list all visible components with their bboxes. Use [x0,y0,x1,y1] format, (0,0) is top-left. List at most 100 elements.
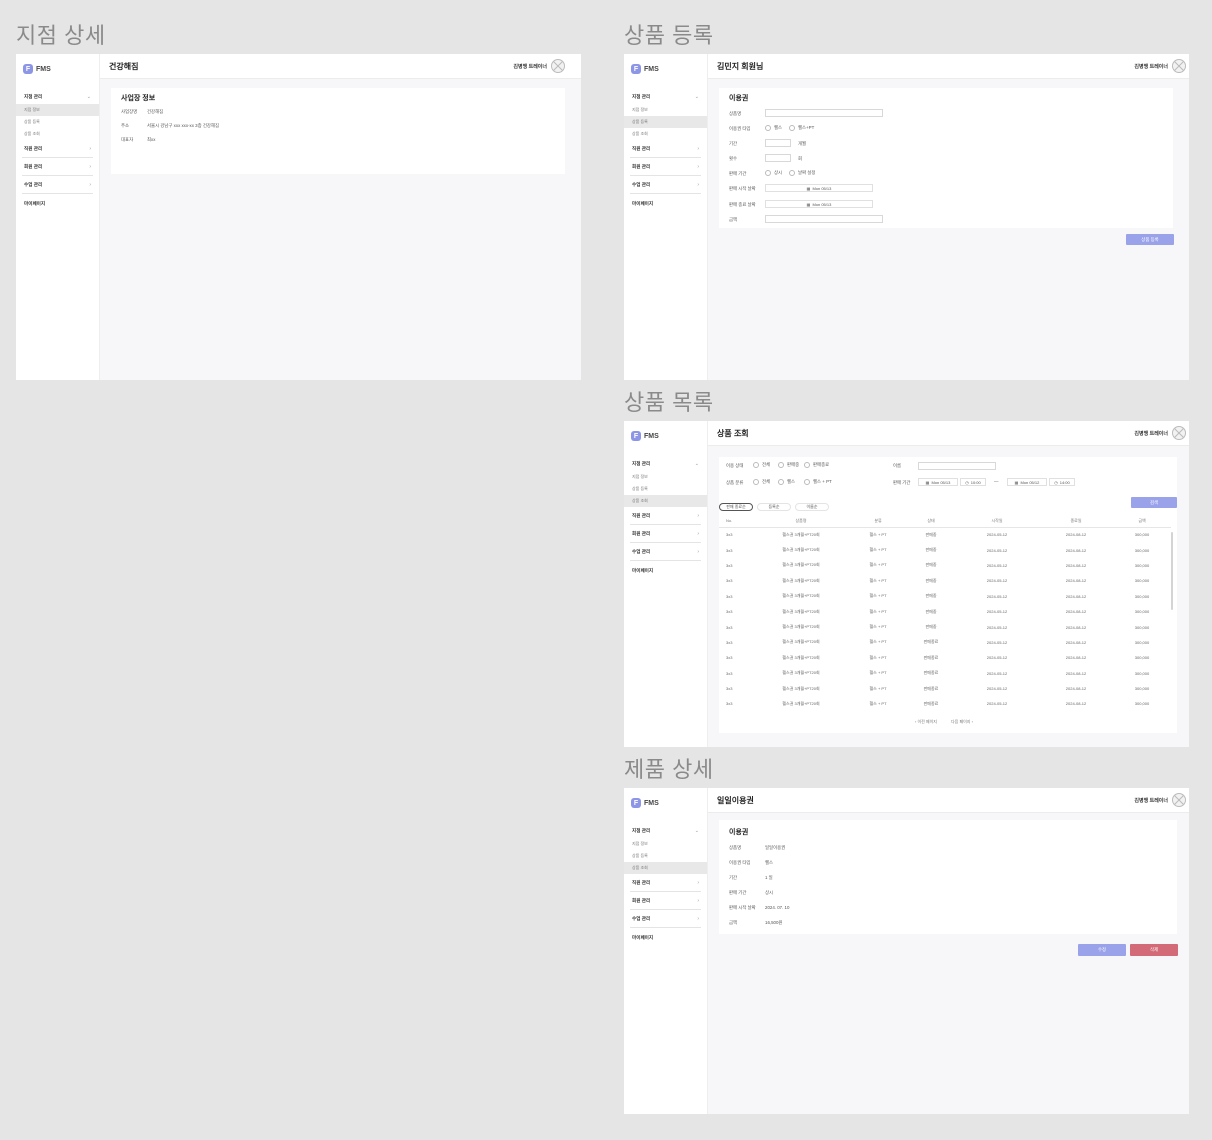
sidebar-item-product-list[interactable]: 상품 조회 [624,495,707,507]
sidebar-group-branch[interactable]: 지점 관리 ⌄ [16,90,99,104]
table-scrollbar[interactable] [1171,532,1173,610]
app-logo[interactable]: F FMS [631,431,659,441]
status-radio-ended[interactable]: 판매종료 [804,462,829,468]
period-input[interactable] [765,139,791,147]
type-radio-health[interactable]: 헬스 [765,125,782,131]
sidebar-item-mypage[interactable]: 마이페이지 [630,195,701,213]
table-row[interactable]: 3x3 헬스권 3개월+PT20회 헬스 + PT 판매중 2024-05-12 2024… [719,542,1171,557]
user-name[interactable]: 김병맹 트레이너 [513,63,547,70]
chevron-right-icon: › [697,512,699,519]
status-filter-label: 이용 상태 [726,463,744,468]
sidebar-item-branch-info[interactable]: 지점 정보 [16,104,99,116]
edit-button[interactable]: 수정 [1078,944,1126,956]
table-row[interactable]: 3x3 헬스권 3개월+PT20회 헬스 + PT 판매중 2024-05-12 2024… [719,558,1171,573]
type-radio-health-pt[interactable]: 헬스+PT [789,125,814,131]
prev-page-link[interactable]: ‹ 이전 페이지 [915,719,937,725]
next-page-link[interactable]: 다음 페이지 › [951,719,973,725]
sidebar-item-members[interactable]: 회원 관리 › [630,525,701,543]
sidebar-item-members[interactable]: 회원 관리 › [630,892,701,910]
sidebar-item-classes[interactable]: 수업 관리 › [22,176,93,194]
sidebar-item-mypage[interactable]: 마이페이지 [630,929,701,947]
avatar[interactable] [1172,793,1186,807]
search-button[interactable]: 검색 [1131,497,1177,508]
price-input[interactable] [765,215,883,223]
table-row[interactable]: 3x3 헬스권 3개월+PT20회 헬스 + PT 판매종료 2024-05-12 202… [719,696,1171,711]
table-row[interactable]: 3x3 헬스권 3개월+PT20회 헬스 + PT 판매중 2024-05-12 2024… [719,573,1171,588]
sidebar-item-staff[interactable]: 직원 관리 › [630,507,701,525]
sort-pill-name[interactable]: 이름순 [795,503,829,511]
date-value: Mon 05/12 [1020,479,1040,485]
sidebar-item-classes[interactable]: 수업 관리 › [630,176,701,194]
table-row[interactable]: 3x3 헬스권 3개월+PT20회 헬스 + PT 판매종료 2024-05-12 202… [719,666,1171,681]
sidebar-item-branch-info[interactable]: 지점 정보 [624,471,707,483]
type-radio-health[interactable]: 헬스 [778,479,795,485]
avatar[interactable] [551,59,565,73]
to-date-input[interactable]: ▦ Mon 05/12 [1007,478,1047,486]
table-row[interactable]: 3x3 헬스권 3개월+PT20회 헬스 + PT 판매중 2024-05-12 2024… [719,589,1171,604]
sidebar-item-branch-info[interactable]: 지점 정보 [624,104,707,116]
sidebar-item-staff[interactable]: 직원 관리 › [22,140,93,158]
delete-button[interactable]: 삭제 [1130,944,1178,956]
sidebar-group-branch[interactable]: 지점 관리 ⌄ [624,824,707,838]
sidebar-item-product-register[interactable]: 상품 등록 [624,850,707,862]
sidebar-item-classes[interactable]: 수업 관리 › [630,543,701,561]
sidebar-item-mypage[interactable]: 마이페이지 [22,195,93,213]
chevron-right-icon: › [697,181,699,188]
user-name[interactable]: 김병맹 트레이너 [1134,63,1168,70]
price-label: 금액 [729,920,738,925]
sort-pill-end-date[interactable]: 판매 종료순 [719,503,753,511]
type-radio-health-pt[interactable]: 헬스 + PT [804,479,832,485]
from-date-input[interactable]: ▦ Mon 05/13 [918,478,958,486]
to-time-input[interactable]: ◷ 14:00 [1049,478,1075,486]
sidebar-item-product-list[interactable]: 상품 조회 [16,128,99,140]
name-filter-input[interactable] [918,462,996,470]
sidebar-item-label: 회원 관리 [632,530,651,536]
avatar[interactable] [1172,59,1186,73]
cell-type: 헬스 + PT [869,670,887,676]
table-row[interactable]: 3x3 헬스권 3개월+PT20회 헬스 + PT 판매중 2024-05-12 2024… [719,604,1171,619]
sale-end-date-input[interactable]: ▦ Mon 05/13 [765,200,873,208]
avatar[interactable] [1172,426,1186,440]
table-row[interactable]: 3x3 헬스권 3개월+PT20회 헬스 + PT 판매중 2024-05-12 2024… [719,527,1171,542]
sidebar-item-members[interactable]: 회원 관리 › [22,158,93,176]
sidebar-item-staff[interactable]: 직원 관리 › [630,140,701,158]
product-name-input[interactable] [765,109,883,117]
table-row[interactable]: 3x3 헬스권 3개월+PT20회 헬스 + PT 판매종료 2024-05-12 202… [719,635,1171,650]
cell-end: 2024-08-12 [1065,624,1087,630]
sidebar-item-product-register[interactable]: 상품 등록 [624,116,707,128]
sidebar-item-staff[interactable]: 직원 관리 › [630,874,701,892]
type-radio-all[interactable]: 전체 [753,479,770,485]
cell-name: 헬스권 3개월+PT20회 [782,547,820,553]
status-radio-on-sale[interactable]: 판매중 [778,462,799,468]
app-logo[interactable]: F FMS [631,798,659,808]
table-row[interactable]: 3x3 헬스권 3개월+PT20회 헬스 + PT 판매중 2024-05-12 2024… [719,619,1171,634]
sidebar-item-product-register[interactable]: 상품 등록 [16,116,99,128]
sidebar-item-classes[interactable]: 수업 관리 › [630,910,701,928]
register-product-button[interactable]: 상품 등록 [1126,234,1174,245]
sort-pill-registered[interactable]: 등록순 [757,503,791,511]
user-name[interactable]: 김병맹 트레이너 [1134,430,1168,437]
sale-start-date-input[interactable]: ▦ Mon 05/13 [765,184,873,192]
sale-period-radio-date[interactable]: 날짜 설정 [789,170,815,176]
sale-period-radio-always[interactable]: 상시 [765,170,782,176]
cell-end: 2024-08-12 [1065,639,1087,645]
sidebar-group-branch[interactable]: 지점 관리 ⌄ [624,457,707,471]
sidebar-item-branch-info[interactable]: 지점 정보 [624,838,707,850]
table-row[interactable]: 3x3 헬스권 3개월+PT20회 헬스 + PT 판매종료 2024-05-12 202… [719,650,1171,665]
status-radio-all[interactable]: 전체 [753,462,770,468]
app-logo[interactable]: F FMS [631,64,659,74]
app-logo[interactable]: F FMS [23,64,51,74]
from-time-input[interactable]: ◷ 10:00 [960,478,986,486]
sidebar-group-branch[interactable]: 지점 관리 ⌄ [624,90,707,104]
count-input[interactable] [765,154,791,162]
sale-end-label: 판매 종료 날짜 [729,202,756,207]
user-name[interactable]: 김병맹 트레이너 [1134,797,1168,804]
cell-price: 300,000 [1134,562,1150,568]
sidebar-item-product-list[interactable]: 상품 조회 [624,128,707,140]
sidebar-item-product-list[interactable]: 상품 조회 [624,862,707,874]
table-row[interactable]: 3x3 헬스권 3개월+PT20회 헬스 + PT 판매종료 2024-05-12 202… [719,681,1171,696]
cell-type: 헬스 + PT [869,700,887,706]
sidebar-item-mypage[interactable]: 마이페이지 [630,562,701,580]
sidebar-item-members[interactable]: 회원 관리 › [630,158,701,176]
sidebar-item-product-register[interactable]: 상품 등록 [624,483,707,495]
